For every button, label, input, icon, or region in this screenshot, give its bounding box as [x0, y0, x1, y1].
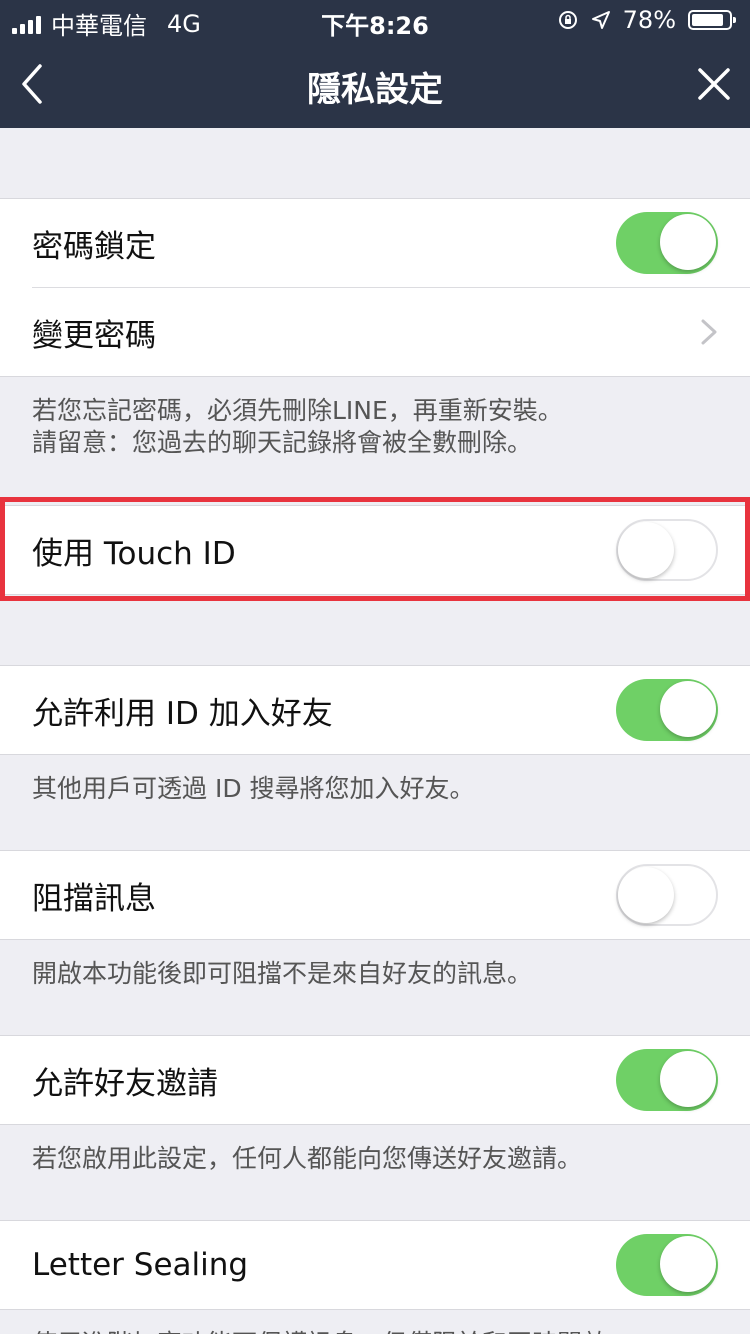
passcode-desc-line2: 請留意：您過去的聊天記錄將會被全數刪除。	[32, 428, 533, 457]
allow-id-row: 允許利用 ID 加入好友	[0, 666, 750, 754]
page-title: 隱私設定	[307, 70, 443, 110]
allow-invites-label: 允許好友邀請	[32, 1065, 218, 1102]
allow-id-label: 允許利用 ID 加入好友	[32, 695, 333, 732]
passcode-group: 密碼鎖定 變更密碼	[0, 198, 750, 377]
passcode-lock-row: 密碼鎖定	[0, 199, 750, 287]
letter-sealing-section: Letter Sealing 使用進階加密功能可保護訊息，但僅限於和同時開啟L.…	[0, 1220, 750, 1334]
block-messages-label: 阻擋訊息	[32, 880, 156, 917]
close-button[interactable]	[696, 66, 732, 102]
allow-invites-section: 允許好友邀請 若您啟用此設定，任何人都能向您傳送好友邀請。	[0, 1035, 750, 1175]
navigation-bar: 隱私設定	[0, 40, 750, 128]
rotation-lock-icon	[558, 11, 577, 29]
change-passcode-row[interactable]: 變更密碼	[32, 287, 750, 376]
allow-invites-description: 若您啟用此設定，任何人都能向您傳送好友邀請。	[32, 1144, 583, 1173]
letter-sealing-description: 使用進階加密功能可保護訊息，但僅限於和同時開啟L...	[0, 1310, 750, 1334]
passcode-desc-line1: 若您忘記密碼，必須先刪除LINE，再重新安裝。	[32, 396, 563, 425]
letter-sealing-label: Letter Sealing	[32, 1247, 249, 1283]
passcode-lock-toggle[interactable]	[616, 212, 718, 274]
allow-id-group: 允許利用 ID 加入好友	[0, 665, 750, 755]
block-messages-toggle[interactable]	[616, 864, 718, 926]
change-passcode-label: 變更密碼	[32, 317, 156, 354]
touch-id-group: 使用 Touch ID	[0, 505, 750, 595]
letter-sealing-group: Letter Sealing	[0, 1220, 750, 1310]
status-bar: 中華電信 4G 下午8:26 78%	[0, 0, 750, 40]
location-icon	[591, 11, 610, 29]
touch-id-label: 使用 Touch ID	[32, 535, 236, 572]
touch-id-row: 使用 Touch ID	[0, 506, 750, 594]
status-right: 78%	[557, 6, 736, 34]
touch-id-toggle[interactable]	[616, 519, 718, 581]
block-messages-group: 阻擋訊息	[0, 850, 750, 940]
allow-id-section: 允許利用 ID 加入好友 其他用戶可透過 ID 搜尋將您加入好友。	[0, 665, 750, 805]
block-messages-description: 開啟本功能後即可阻擋不是來自好友的訊息。	[32, 959, 533, 988]
allow-id-toggle[interactable]	[616, 679, 718, 741]
block-messages-row: 阻擋訊息	[0, 851, 750, 939]
app-screen: 中華電信 4G 下午8:26 78% 隱私設定 密碼鎖定 變更密碼 若您忘記密碼…	[0, 0, 750, 1334]
block-messages-section: 阻擋訊息 開啟本功能後即可阻擋不是來自好友的訊息。	[0, 850, 750, 990]
letter-sealing-toggle[interactable]	[616, 1234, 718, 1296]
allow-invites-row: 允許好友邀請	[0, 1036, 750, 1124]
passcode-section: 密碼鎖定 變更密碼 若您忘記密碼，必須先刪除LINE，再重新安裝。 請留意：您過…	[0, 198, 750, 459]
passcode-lock-label: 密碼鎖定	[32, 228, 156, 265]
battery-icon	[688, 10, 736, 30]
allow-invites-group: 允許好友邀請	[0, 1035, 750, 1125]
passcode-description: 若您忘記密碼，必須先刪除LINE，再重新安裝。 請留意：您過去的聊天記錄將會被全…	[0, 377, 750, 459]
allow-id-description: 其他用戶可透過 ID 搜尋將您加入好友。	[32, 774, 475, 803]
allow-invites-toggle[interactable]	[616, 1049, 718, 1111]
touch-id-section: 使用 Touch ID	[0, 505, 750, 595]
chevron-right-icon	[701, 319, 717, 345]
letter-sealing-row: Letter Sealing	[0, 1221, 750, 1309]
battery-percent: 78%	[622, 6, 676, 34]
